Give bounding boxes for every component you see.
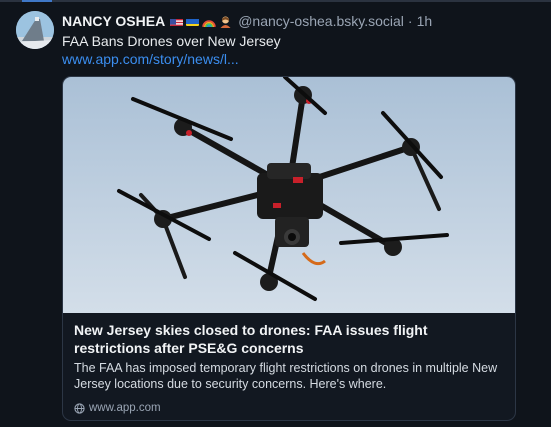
card-domain: www.app.com xyxy=(89,402,161,414)
post-text: FAA Bans Drones over New Jersey xyxy=(62,33,281,49)
divider xyxy=(0,0,551,2)
ukraine-flag-icon xyxy=(186,16,200,26)
separator: · xyxy=(407,13,413,29)
timestamp[interactable]: 1h xyxy=(417,13,433,29)
card-description: The FAA has imposed temporary flight res… xyxy=(74,361,498,391)
card-title[interactable]: New Jersey skies closed to drones: FAA i… xyxy=(74,321,506,357)
handle[interactable]: @nancy-oshea.bsky.social xyxy=(238,13,404,29)
active-tab-indicator xyxy=(22,0,52,2)
person-icon xyxy=(219,15,232,28)
globe-icon xyxy=(74,402,85,414)
card-image[interactable] xyxy=(63,77,515,313)
post-header: NANCY OSHEA @nancy-oshea.bsky.social · 1… xyxy=(62,12,432,30)
post-link[interactable]: www.app.com/story/news/l... xyxy=(62,51,239,67)
avatar[interactable] xyxy=(16,11,54,49)
post[interactable]: NANCY OSHEA @nancy-oshea.bsky.social · 1… xyxy=(0,0,551,427)
display-name[interactable]: NANCY OSHEA xyxy=(62,13,165,29)
card-footer: www.app.com xyxy=(74,401,161,415)
us-flag-icon xyxy=(170,16,184,26)
rainbow-icon xyxy=(202,15,217,27)
link-card[interactable]: New Jersey skies closed to drones: FAA i… xyxy=(62,76,516,421)
name-emoji-badges xyxy=(170,15,232,28)
